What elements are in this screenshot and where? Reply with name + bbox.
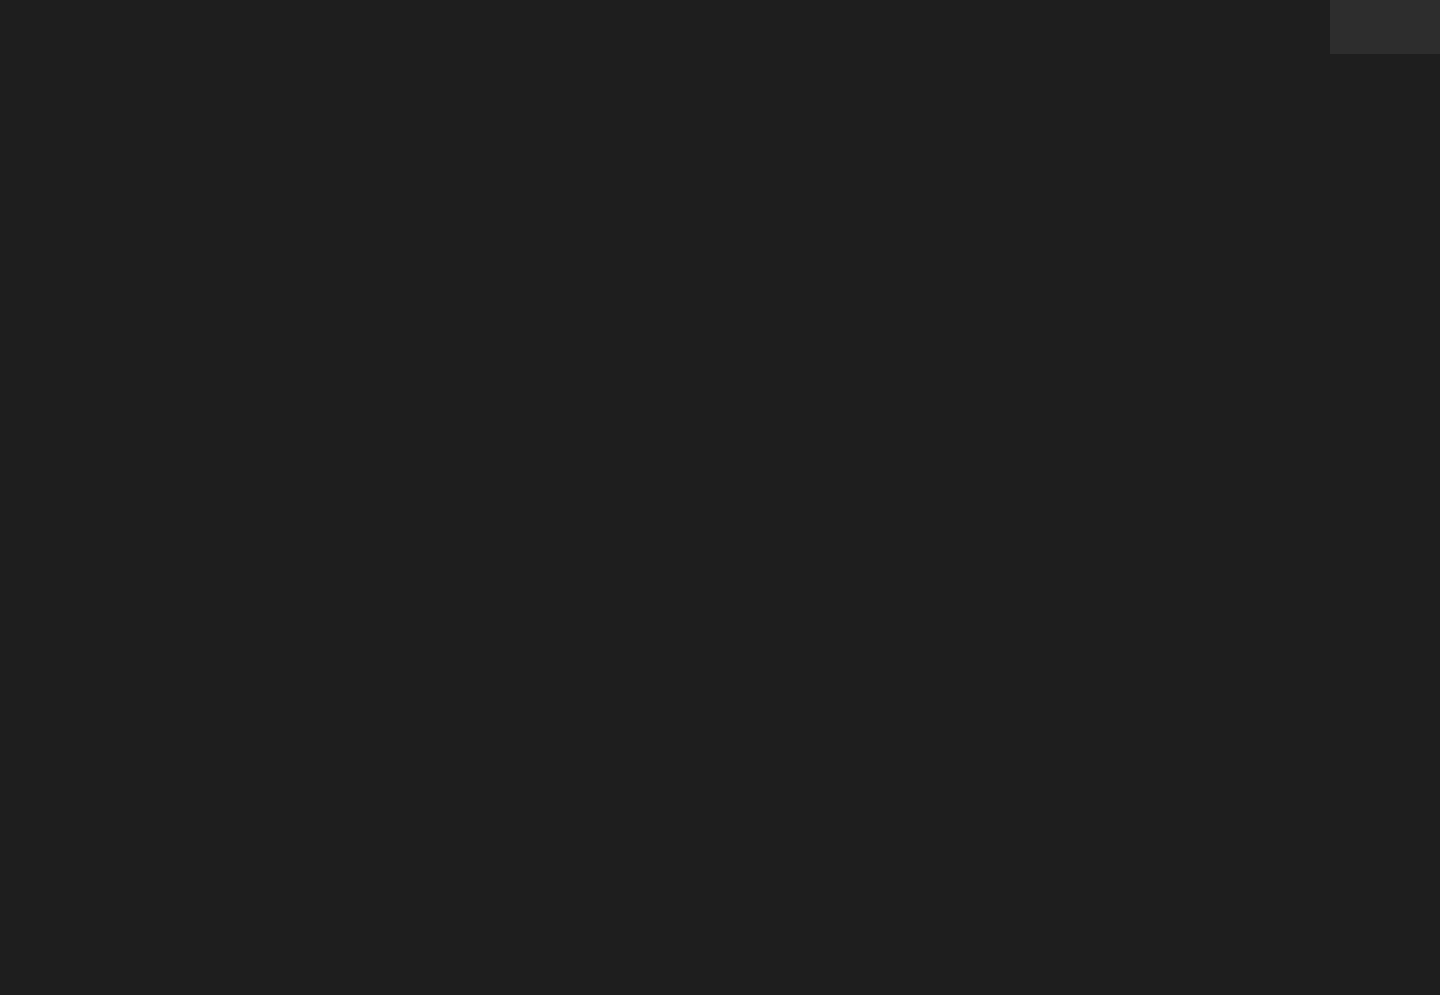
minimap[interactable] bbox=[1330, 0, 1440, 995]
code-editor bbox=[0, 0, 1440, 995]
code-area[interactable] bbox=[55, 0, 1330, 995]
minimap-viewport[interactable] bbox=[1330, 0, 1440, 54]
line-number-gutter[interactable] bbox=[0, 0, 55, 995]
